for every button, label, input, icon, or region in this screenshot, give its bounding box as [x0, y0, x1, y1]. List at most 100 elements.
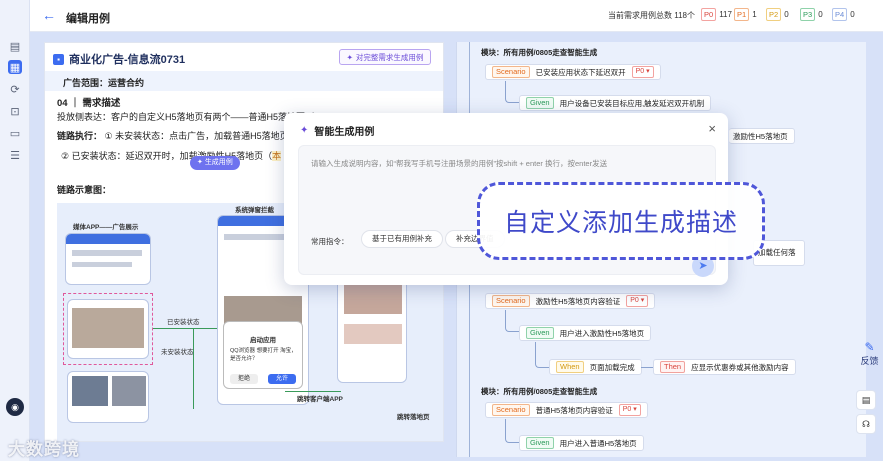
- dialog-title-text: 智能生成用例: [314, 127, 375, 138]
- generate-full-requirement-button[interactable]: ✦ 对完整需求生成用例: [339, 49, 431, 65]
- doc-line-placement: 投放侧表达：客户的自定义H5落地页有两个——普通H5落地页（: [57, 112, 315, 122]
- document-title: ▪ 商业化广告-信息流0731: [53, 51, 185, 67]
- commands-label: 常用指令：: [311, 237, 349, 246]
- feedback-icon: ✎: [864, 340, 875, 354]
- keyword-tag: Given: [526, 437, 554, 449]
- grid-icon[interactable]: ▦: [8, 60, 22, 74]
- diagram-not-installed-label: 未安装状态: [161, 349, 194, 356]
- node-text: 激励性H5落地页内容验证: [535, 296, 621, 306]
- priority-select[interactable]: P0 ▾: [618, 404, 641, 416]
- keyword-tag: Scenario: [492, 404, 530, 416]
- popup-reject-button: 拒绝: [230, 374, 258, 384]
- annotation-callout: 自定义添加生成描述: [477, 182, 765, 260]
- popup-allow-button: 允许: [268, 374, 296, 384]
- left-rail: ▤ ▦ ⟳ ⊡ ▭ ☰ ◉: [0, 0, 30, 461]
- command-chip-supplement[interactable]: 基于已有用例补充: [361, 230, 443, 248]
- launch-app-popup: 启动应用 QQ浏览器 想要打开 淘宝，是否允许？ 拒绝 允许: [223, 321, 303, 389]
- keyword-tag: Scenario: [492, 295, 530, 307]
- priority-p4[interactable]: P4 0: [832, 8, 855, 21]
- given-node[interactable]: Given 用户进入激励性H5落地页: [519, 325, 652, 341]
- headset-icon[interactable]: ☊: [856, 414, 876, 434]
- node-text: 已安装应用状态下延迟双开: [535, 67, 626, 77]
- execution-uninstalled: ① 未安装状态：点击广告，加载普通H5落地页: [104, 131, 289, 141]
- diagram-installed-label: 已安装状态: [167, 319, 200, 326]
- magic-wand-icon: ✦: [197, 159, 205, 166]
- watermark-logo: 大数跨境: [8, 440, 80, 459]
- node-text: 激励性H5落地页: [733, 131, 788, 141]
- uninstalled-connector: [193, 329, 194, 409]
- keyword-tag: Scenario: [492, 66, 530, 78]
- feedback-button[interactable]: ✎ 反馈: [856, 340, 883, 370]
- priority-count: 117: [719, 10, 732, 19]
- dialog-title: ✦ 智能生成用例: [300, 123, 374, 138]
- node-text: 普通H5落地页内容验证: [535, 405, 613, 415]
- document-icon[interactable]: ▭: [8, 126, 22, 140]
- close-icon[interactable]: ×: [708, 121, 716, 136]
- doc-line-installed: ② 已安装状态：延迟双开时，加载激励性H5落地页（本: [61, 149, 282, 162]
- priority-count: 0: [784, 10, 789, 19]
- feedback-label: 反馈: [860, 356, 879, 366]
- priority-p0[interactable]: P0 117: [701, 8, 732, 21]
- module-label: 模块：所有用例/0805走查智能生成: [481, 387, 598, 396]
- node-text: 应显示优惠券或其他激励内容: [691, 362, 789, 372]
- ad-scope: 广告范围：运营合约: [45, 71, 443, 91]
- robot-assistant-icon[interactable]: ◉: [6, 398, 24, 416]
- priority-count: 0: [818, 10, 823, 19]
- diagram-label: 链路示意图：: [57, 185, 112, 195]
- then-node[interactable]: Then 应显示优惠券或其他激励内容: [653, 359, 796, 375]
- when-node[interactable]: When 页面加载完成: [549, 359, 642, 375]
- diagram-jump-landing-label: 跳转落地页: [397, 414, 430, 421]
- doc-line-execution: 链路执行： ① 未安装状态：点击广告，加载普通H5落地页: [57, 129, 289, 142]
- module-label: 模块：所有用例/0805走查智能生成: [481, 48, 598, 57]
- bracket-icon[interactable]: ⊡: [8, 104, 22, 118]
- list-icon[interactable]: ▤: [8, 39, 22, 53]
- priority-p1[interactable]: P1 1: [734, 8, 757, 21]
- priority-count: 0: [850, 10, 855, 19]
- given-node[interactable]: Given 用户设备已安装目标应用,触发延迟双开机制: [519, 95, 712, 111]
- priority-tag: P1: [734, 8, 750, 21]
- section-heading: 04 ｜ 需求描述: [57, 98, 121, 109]
- priority-tag: P3: [800, 8, 816, 21]
- ad-card: [67, 299, 149, 359]
- media-feed-phone: [67, 371, 149, 423]
- execution-installed: ② 已安装状态：延迟双开时，加载激励性H5落地页（: [61, 151, 273, 161]
- priority-select[interactable]: P0 ▾: [631, 66, 654, 78]
- jump-connector: [285, 391, 341, 392]
- given-node[interactable]: Given 用户进入普通H5落地页: [519, 435, 644, 451]
- doc-logo-icon: ▪: [53, 53, 64, 65]
- priority-count: 1: [752, 10, 757, 19]
- then-node-partial[interactable]: 激励性H5落地页: [729, 128, 795, 144]
- highlighted-text: 本: [272, 151, 282, 161]
- node-text: 加载任何落: [758, 248, 796, 257]
- prompt-placeholder: 请输入生成说明内容，如“帮我写手机号注册场景的用例”按shift + enter…: [311, 159, 608, 168]
- connector: [641, 367, 653, 368]
- priority-select[interactable]: P0 ▾: [626, 295, 649, 307]
- floating-generate-label: 生成用例: [204, 159, 233, 166]
- installed-connector: [153, 328, 217, 329]
- media-app-phone: [65, 233, 151, 285]
- page-title: 编辑用例: [66, 13, 110, 25]
- diagram-system-popup-label: 系统弹窗拦截: [235, 207, 274, 214]
- back-arrow-icon[interactable]: ←: [42, 7, 56, 23]
- settings-sliders-icon[interactable]: ☰: [8, 148, 22, 162]
- keyword-tag: Given: [526, 97, 554, 109]
- sync-icon[interactable]: ⟳: [8, 82, 22, 96]
- execution-label: 链路执行：: [57, 131, 103, 141]
- keyword-tag: Given: [526, 327, 554, 339]
- magic-wand-icon: ✦: [300, 125, 309, 136]
- scenario-node[interactable]: Scenario 激励性H5落地页内容验证 P0 ▾: [485, 293, 656, 309]
- popup-description: QQ浏览器 想要打开 淘宝，是否允许？: [230, 348, 297, 362]
- floating-generate-button[interactable]: ✦ 生成用例: [190, 156, 240, 170]
- notes-icon[interactable]: ▤: [856, 390, 876, 410]
- scenario-node[interactable]: Scenario 普通H5落地页内容验证 P0 ▾: [485, 402, 648, 418]
- popup-title: 启动应用: [250, 337, 276, 344]
- priority-p2[interactable]: P2 0: [766, 8, 789, 21]
- priority-tag: P4: [832, 8, 848, 21]
- node-text: 页面加载完成: [589, 362, 635, 372]
- scenario-node[interactable]: Scenario 已安装应用状态下延迟双开 P0 ▾: [485, 64, 661, 80]
- priority-tag: P2: [766, 8, 782, 21]
- case-total-count: 当前需求用例总数 118个: [608, 11, 695, 20]
- node-text: 用户设备已安装目标应用,触发延迟双开机制: [559, 98, 705, 108]
- diagram-media-app-label: 媒体APP——广告展示: [73, 224, 139, 231]
- priority-p3[interactable]: P3 0: [800, 8, 823, 21]
